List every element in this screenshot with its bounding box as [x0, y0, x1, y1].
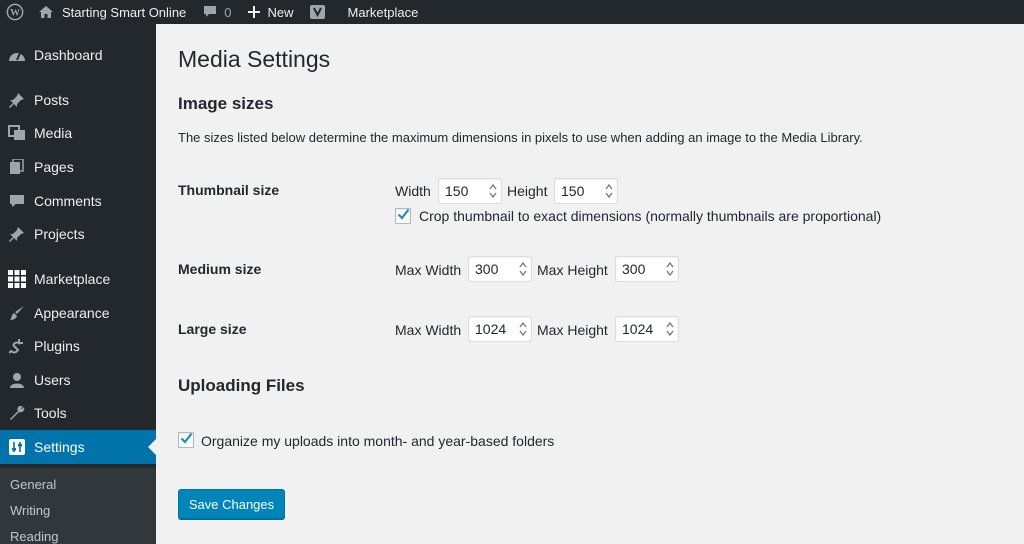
uploading-files-heading: Uploading Files — [178, 376, 305, 395]
spinner-icon[interactable] — [518, 261, 527, 277]
checkmark-icon — [180, 431, 193, 449]
menu-item-pages[interactable]: Pages — [0, 150, 156, 184]
menu-label-appearance: Appearance — [34, 305, 110, 321]
menu-item-settings[interactable]: Settings — [0, 430, 156, 464]
menu-item-tools[interactable]: Tools — [0, 396, 156, 430]
svg-text:W: W — [10, 8, 20, 19]
comment-icon — [0, 194, 34, 208]
submenu-reading[interactable]: Reading — [10, 529, 58, 544]
image-sizes-description: The sizes listed below determine the max… — [178, 130, 863, 145]
comment-icon — [202, 5, 218, 19]
organize-uploads-label: Organize my uploads into month- and year… — [201, 433, 555, 449]
medium-height-input[interactable]: 300 — [615, 256, 679, 282]
menu-label-users: Users — [34, 372, 71, 388]
crop-thumbnail-checkbox[interactable] — [395, 208, 411, 224]
medium-width-value: 300 — [475, 261, 499, 277]
settings-icon — [0, 439, 34, 455]
menu-item-comments[interactable]: Comments — [0, 184, 156, 218]
medium-height-value: 300 — [622, 261, 646, 277]
thumbnail-width-value: 150 — [445, 183, 469, 199]
new-label: New — [267, 4, 294, 20]
spinner-icon[interactable] — [604, 183, 613, 199]
large-height-value: 1024 — [622, 321, 654, 337]
menu-item-marketplace[interactable]: Marketplace — [0, 262, 156, 296]
brush-icon — [0, 305, 34, 321]
menu-item-users[interactable]: Users — [0, 363, 156, 397]
home-icon — [38, 5, 54, 19]
marketplace-link[interactable]: Marketplace — [334, 0, 427, 24]
large-width-input[interactable]: 1024 — [468, 316, 532, 342]
admin-sidebar: Dashboard Posts Media Pages Comments Pro… — [0, 24, 156, 544]
menu-label-posts: Posts — [34, 92, 70, 108]
user-icon — [0, 372, 34, 388]
large-height-label: Max Height — [537, 322, 608, 338]
menu-item-appearance[interactable]: Appearance — [0, 296, 156, 330]
menu-label-comments: Comments — [34, 193, 102, 209]
dashboard-icon — [0, 48, 34, 62]
submenu-writing[interactable]: Writing — [10, 503, 50, 518]
grid-icon — [0, 270, 34, 288]
pages-icon — [0, 159, 34, 175]
menu-label-pages: Pages — [34, 159, 74, 175]
pin-icon — [0, 92, 34, 108]
image-sizes-heading: Image sizes — [178, 94, 274, 113]
media-icon — [0, 125, 34, 141]
checkmark-icon — [397, 207, 410, 225]
thumbnail-width-input[interactable]: 150 — [438, 178, 502, 204]
menu-label-settings: Settings — [34, 439, 85, 455]
spinner-icon[interactable] — [488, 183, 497, 199]
menu-item-posts[interactable]: Posts — [0, 83, 156, 117]
comments-link[interactable]: 0 — [194, 0, 239, 24]
medium-height-label: Max Height — [537, 262, 608, 278]
settings-submenu: General Writing Reading — [0, 468, 156, 544]
plug-icon — [0, 338, 34, 354]
plus-icon — [247, 6, 260, 18]
site-name-link[interactable]: Starting Smart Online — [30, 0, 194, 24]
page-title: Media Settings — [178, 46, 331, 72]
large-height-input[interactable]: 1024 — [615, 316, 679, 342]
save-changes-button[interactable]: Save Changes — [178, 489, 285, 519]
spinner-icon[interactable] — [665, 321, 674, 337]
menu-label-projects: Projects — [34, 226, 85, 242]
large-size-label: Large size — [178, 321, 247, 337]
site-name: Starting Smart Online — [62, 4, 187, 20]
menu-item-media[interactable]: Media — [0, 116, 156, 150]
menu-item-dashboard[interactable]: Dashboard — [0, 38, 156, 72]
thumbnail-size-label: Thumbnail size — [178, 182, 280, 198]
thumbnail-height-value: 150 — [561, 183, 585, 199]
wordpress-logo-icon[interactable]: W — [0, 0, 30, 24]
pin-icon — [0, 226, 34, 242]
thumbnail-height-label: Height — [507, 183, 548, 199]
menu-item-projects[interactable]: Projects — [0, 217, 156, 251]
menu-label-dashboard: Dashboard — [34, 47, 103, 63]
menu-label-media: Media — [34, 125, 73, 141]
crop-thumbnail-label: Crop thumbnail to exact dimensions (norm… — [419, 208, 882, 224]
menu-label-tools: Tools — [34, 405, 67, 421]
new-content-link[interactable]: New — [240, 0, 302, 24]
menu-item-plugins[interactable]: Plugins — [0, 329, 156, 363]
medium-width-label: Max Width — [395, 262, 462, 278]
organize-uploads-checkbox[interactable] — [178, 432, 194, 448]
thumbnail-height-input[interactable]: 150 — [554, 178, 618, 204]
spinner-icon[interactable] — [518, 321, 527, 337]
main-content: Media Settings Image sizes The sizes lis… — [156, 24, 1024, 544]
menu-label-plugins: Plugins — [34, 338, 80, 354]
large-width-value: 1024 — [475, 321, 507, 337]
large-width-label: Max Width — [395, 322, 462, 338]
admin-bar: W Starting Smart Online 0 New Marketplac… — [0, 0, 1024, 24]
medium-size-label: Medium size — [178, 261, 262, 277]
spinner-icon[interactable] — [665, 261, 674, 277]
marketplace-label: Marketplace — [347, 4, 419, 20]
menu-label-marketplace: Marketplace — [34, 271, 111, 287]
thumbnail-width-label: Width — [395, 183, 431, 199]
wrench-icon — [0, 405, 34, 421]
medium-width-input[interactable]: 300 — [468, 256, 532, 282]
yoast-icon — [309, 4, 326, 20]
yoast-seo-menu[interactable] — [302, 0, 334, 24]
submenu-general[interactable]: General — [10, 477, 56, 492]
comment-count: 0 — [224, 4, 232, 20]
